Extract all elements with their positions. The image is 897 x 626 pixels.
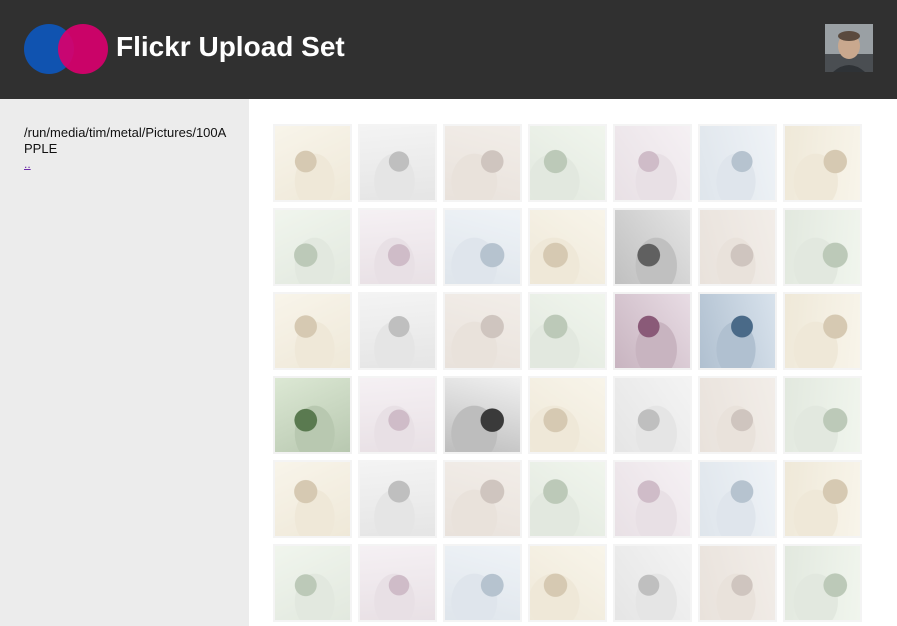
photo-image: [360, 126, 435, 200]
photo-image: [785, 546, 860, 620]
photo-thumbnail[interactable]: [613, 460, 692, 538]
photo-image: [700, 126, 775, 200]
photo-thumbnail[interactable]: [698, 292, 777, 370]
photo-thumbnail[interactable]: [443, 208, 522, 286]
photo-thumbnail[interactable]: [783, 292, 862, 370]
photo-thumbnail[interactable]: [273, 376, 352, 454]
photo-thumbnail[interactable]: [443, 460, 522, 538]
photo-image: [445, 462, 520, 536]
photo-image: [360, 294, 435, 368]
photo-image: [785, 210, 860, 284]
photo-thumbnail[interactable]: [613, 124, 692, 202]
photo-thumbnail[interactable]: [528, 124, 607, 202]
photo-image: [700, 378, 775, 452]
photo-thumbnail[interactable]: [273, 460, 352, 538]
folder-path: /run/media/tim/metal/Pictures/100APPLE: [24, 125, 227, 156]
photo-thumbnail[interactable]: [358, 208, 437, 286]
photo-thumbnail[interactable]: [273, 208, 352, 286]
user-avatar[interactable]: [825, 24, 873, 72]
photo-thumbnail[interactable]: [783, 124, 862, 202]
photo-image: [530, 462, 605, 536]
sidebar: /run/media/tim/metal/Pictures/100APPLE .…: [0, 99, 249, 626]
photo-image: [360, 378, 435, 452]
avatar-image: [825, 24, 873, 72]
photo-image: [615, 462, 690, 536]
photo-thumbnail[interactable]: [528, 292, 607, 370]
photo-thumbnail[interactable]: [358, 124, 437, 202]
photo-area: [249, 99, 897, 626]
photo-thumbnail[interactable]: [613, 208, 692, 286]
photo-thumbnail[interactable]: [698, 460, 777, 538]
photo-image: [445, 546, 520, 620]
photo-thumbnail[interactable]: [443, 124, 522, 202]
photo-image: [530, 126, 605, 200]
photo-image: [700, 546, 775, 620]
photo-image: [530, 294, 605, 368]
photo-thumbnail[interactable]: [358, 460, 437, 538]
photo-image: [445, 210, 520, 284]
photo-thumbnail[interactable]: [273, 124, 352, 202]
photo-thumbnail[interactable]: [783, 208, 862, 286]
photo-thumbnail[interactable]: [358, 292, 437, 370]
flickr-logo: [24, 24, 108, 74]
photo-image: [530, 546, 605, 620]
photo-image: [275, 294, 350, 368]
photo-image: [785, 126, 860, 200]
photo-image: [700, 462, 775, 536]
photo-image: [615, 546, 690, 620]
photo-thumbnail[interactable]: [358, 376, 437, 454]
photo-image: [530, 210, 605, 284]
photo-thumbnail[interactable]: [783, 376, 862, 454]
photo-thumbnail[interactable]: [613, 376, 692, 454]
photo-image: [360, 210, 435, 284]
photo-thumbnail[interactable]: [528, 208, 607, 286]
photo-image: [785, 378, 860, 452]
parent-directory-link[interactable]: ..: [24, 157, 31, 171]
photo-image: [615, 126, 690, 200]
photo-image: [785, 462, 860, 536]
photo-thumbnail[interactable]: [698, 376, 777, 454]
photo-image: [275, 462, 350, 536]
page-title: Flickr Upload Set: [116, 31, 345, 62]
photo-image: [700, 210, 775, 284]
photo-thumbnail[interactable]: [273, 544, 352, 622]
photo-image: [275, 210, 350, 284]
photo-thumbnail[interactable]: [698, 208, 777, 286]
photo-image: [360, 462, 435, 536]
photo-image: [275, 126, 350, 200]
photo-image: [530, 378, 605, 452]
photo-image: [785, 294, 860, 368]
photo-image: [275, 378, 350, 452]
photo-grid: [273, 124, 868, 626]
photo-image: [445, 294, 520, 368]
photo-image: [615, 378, 690, 452]
photo-thumbnail[interactable]: [273, 292, 352, 370]
photo-thumbnail[interactable]: [698, 544, 777, 622]
photo-image: [615, 210, 690, 284]
photo-thumbnail[interactable]: [443, 544, 522, 622]
photo-image: [700, 294, 775, 368]
photo-thumbnail[interactable]: [698, 124, 777, 202]
photo-image: [445, 126, 520, 200]
photo-image: [615, 294, 690, 368]
app-header: Flickr Upload Set: [0, 0, 897, 99]
photo-thumbnail[interactable]: [613, 292, 692, 370]
photo-thumbnail[interactable]: [443, 292, 522, 370]
photo-thumbnail[interactable]: [613, 544, 692, 622]
photo-thumbnail[interactable]: [528, 544, 607, 622]
photo-thumbnail[interactable]: [783, 460, 862, 538]
photo-thumbnail[interactable]: [443, 376, 522, 454]
logo-pink-dot: [58, 24, 108, 74]
photo-image: [360, 546, 435, 620]
photo-thumbnail[interactable]: [528, 376, 607, 454]
photo-thumbnail[interactable]: [528, 460, 607, 538]
photo-image: [275, 546, 350, 620]
photo-thumbnail[interactable]: [783, 544, 862, 622]
photo-thumbnail[interactable]: [358, 544, 437, 622]
photo-image: [445, 378, 520, 452]
